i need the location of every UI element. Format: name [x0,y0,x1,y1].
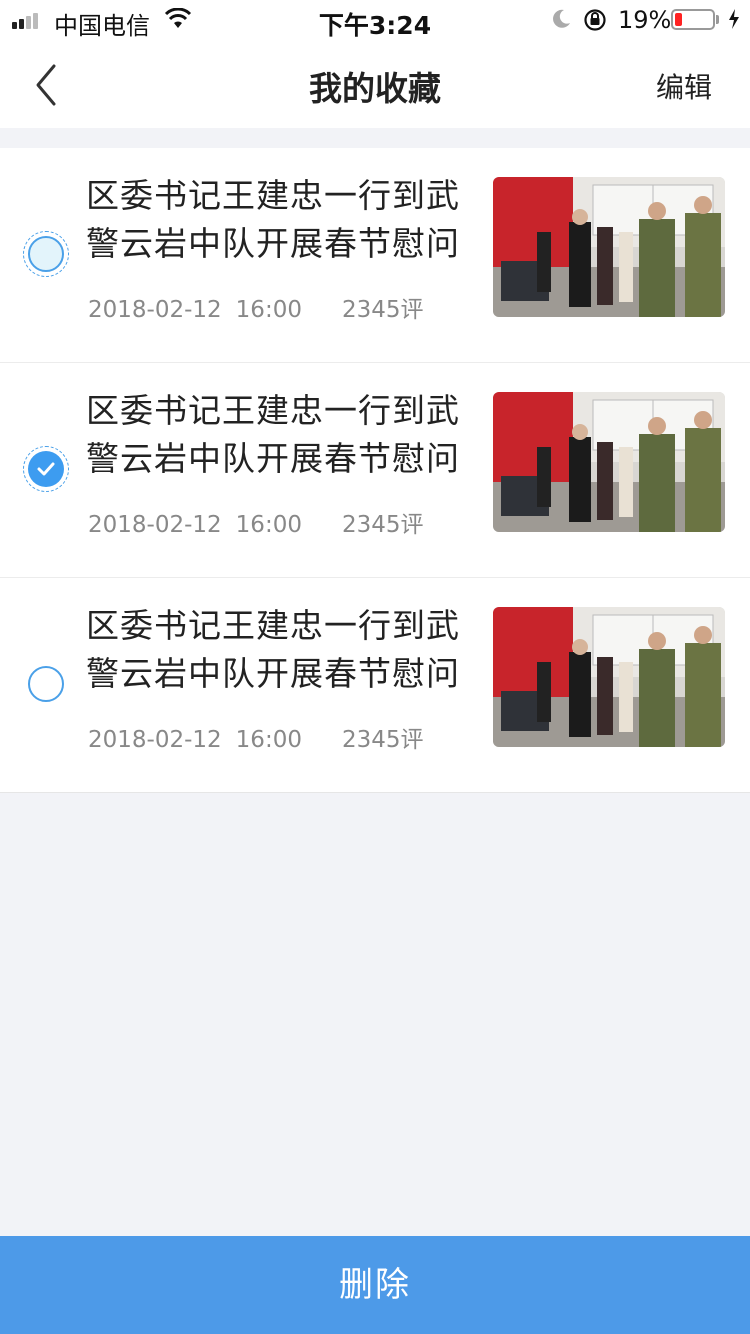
article-date: 2018-02-12 [88,512,222,538]
article-time: 16:00 [235,297,302,323]
page-title: 我的收藏 [309,69,441,108]
comment-count: 2345评 [341,512,424,538]
article-meta: 2018-02-12 16:00 2345评 [88,290,424,324]
select-checkbox[interactable] [23,231,69,277]
navigation-bar: 我的收藏 编辑 [0,40,750,128]
select-checkbox-checked[interactable] [23,446,69,492]
article-time: 16:00 [235,512,302,538]
rotation-lock-icon [584,9,606,31]
battery-tip [716,15,719,24]
article-time: 16:00 [235,727,302,753]
article-meta: 2018-02-12 16:00 2345评 [88,720,424,754]
charging-bolt-icon [729,9,739,29]
list-item[interactable]: 区委书记王建忠一行到武警云岩中队开展春节慰问 2018-02-12 16:00 23… [0,148,750,363]
article-date: 2018-02-12 [88,297,222,323]
select-checkbox[interactable] [28,666,64,702]
article-thumbnail[interactable] [493,392,725,532]
list-item[interactable]: 区委书记王建忠一行到武警云岩中队开展春节慰问 2018-02-12 16:00 23… [0,578,750,793]
list-item[interactable]: 区委书记王建忠一行到武警云岩中队开展春节慰问 2018-02-12 16:00 23… [0,363,750,578]
do-not-disturb-moon-icon [553,9,570,28]
article-title[interactable]: 区委书记王建忠一行到武警云岩中队开展春节慰问 [86,172,471,268]
status-bar: 中国电信 下午3:24 19% [0,0,750,40]
comment-count: 2345评 [341,727,424,753]
battery-percent: 19% [618,6,672,34]
article-thumbnail[interactable] [493,607,725,747]
edit-button[interactable]: 编辑 [656,66,712,106]
article-thumbnail[interactable] [493,177,725,317]
favorites-list: 区委书记王建忠一行到武警云岩中队开展春节慰问 2018-02-12 16:00 23… [0,148,750,793]
battery-icon [671,9,715,30]
comment-count: 2345评 [341,297,424,323]
delete-button[interactable]: 删除 [0,1236,750,1334]
article-date: 2018-02-12 [88,727,222,753]
article-meta: 2018-02-12 16:00 2345评 [88,505,424,539]
article-title[interactable]: 区委书记王建忠一行到武警云岩中队开展春节慰问 [86,602,471,698]
checkmark-icon [37,462,55,476]
article-title[interactable]: 区委书记王建忠一行到武警云岩中队开展春节慰问 [86,387,471,483]
